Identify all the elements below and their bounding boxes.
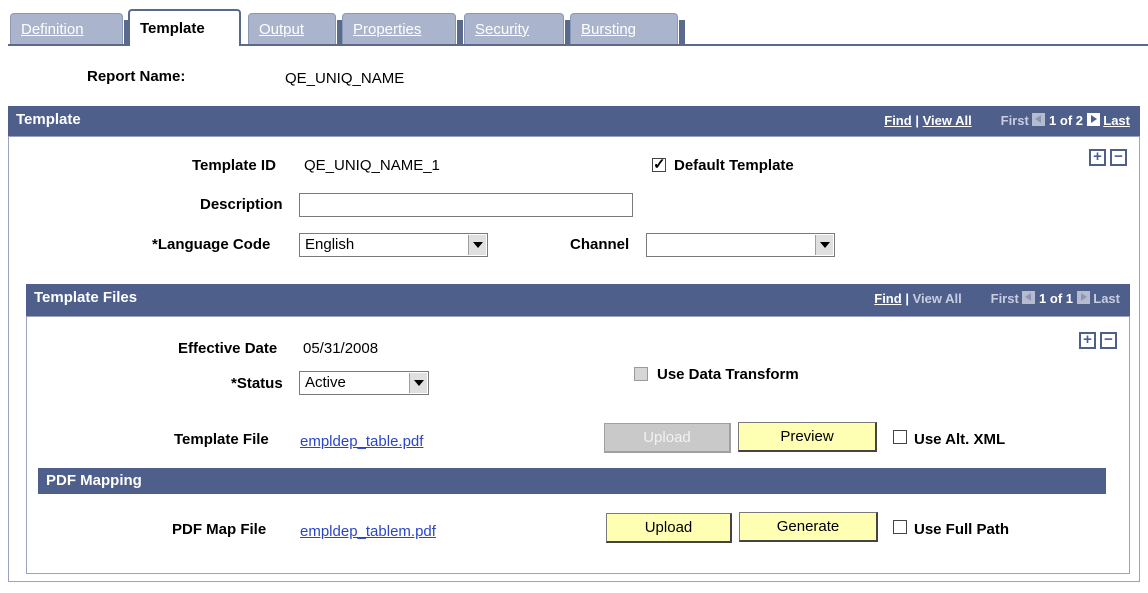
template-find-link[interactable]: Find — [884, 113, 911, 128]
template-files-nav: Find | View All First 1 of 1 Last — [874, 291, 1120, 306]
remove-row-minus-icon[interactable]: − — [1110, 149, 1127, 166]
use-full-path-checkbox[interactable] — [893, 520, 907, 534]
tab-security[interactable]: Security — [464, 13, 571, 45]
dropdown-arrow-icon — [409, 373, 427, 393]
language-code-value: English — [305, 236, 355, 253]
pdf-mapping-header: PDF Mapping — [38, 468, 1106, 494]
dropdown-arrow-icon — [815, 235, 833, 255]
pdf-mapping-title: PDF Mapping — [46, 472, 142, 489]
template-section-title: Template — [16, 111, 81, 128]
nav-separator: | — [915, 113, 919, 128]
channel-select[interactable] — [646, 233, 835, 257]
pdf-map-file-label: PDF Map File — [172, 521, 267, 538]
default-template-label: Default Template — [674, 157, 794, 174]
files-row-count: 1 of 1 — [1039, 291, 1074, 306]
template-view-all-link[interactable]: View All — [923, 113, 972, 128]
template-nav: Find | View All First 1 of 2 Last — [884, 113, 1130, 128]
description-label: Description — [200, 196, 283, 213]
description-input[interactable] — [299, 193, 633, 217]
files-first-label: First — [990, 291, 1019, 306]
upload-template-button[interactable]: Upload — [604, 423, 731, 453]
template-section-header: Template Find | View All First 1 of 2 La… — [8, 106, 1140, 136]
use-data-transform-label: Use Data Transform — [657, 366, 799, 383]
template-row-count: 1 of 2 — [1049, 113, 1084, 128]
use-alt-xml-checkbox[interactable] — [893, 430, 907, 444]
nav-separator: | — [905, 291, 909, 306]
remove-row-minus-icon[interactable]: − — [1100, 332, 1117, 349]
template-file-label: Template File — [174, 431, 269, 448]
template-id-value: QE_UNIQ_NAME_1 — [304, 157, 440, 174]
effective-date-label: Effective Date — [178, 340, 278, 357]
effective-date-value: 05/31/2008 — [303, 340, 379, 357]
status-label: *Status — [231, 375, 283, 392]
use-data-transform-checkbox — [634, 367, 648, 381]
report-name-label: Report Name: — [87, 68, 186, 85]
preview-button[interactable]: Preview — [738, 422, 877, 452]
generate-button[interactable]: Generate — [739, 512, 878, 542]
template-files-title: Template Files — [34, 289, 138, 306]
dropdown-arrow-icon — [468, 235, 486, 255]
tab-bursting[interactable]: Bursting — [570, 13, 685, 45]
language-code-select[interactable]: English — [299, 233, 488, 257]
next-arrow-icon[interactable] — [1086, 113, 1100, 126]
tab-properties[interactable]: Properties — [342, 13, 463, 45]
files-last-label: Last — [1093, 291, 1120, 306]
channel-label: Channel — [570, 236, 630, 253]
tab-template[interactable]: Template — [128, 9, 241, 46]
add-row-plus-icon[interactable]: + — [1079, 332, 1096, 349]
upload-map-button[interactable]: Upload — [606, 513, 732, 543]
template-file-link[interactable]: empldep_table.pdf — [300, 433, 423, 450]
status-select[interactable]: Active — [299, 371, 429, 395]
template-files-header: Template Files Find | View All First 1 o… — [26, 284, 1130, 316]
report-name-value: QE_UNIQ_NAME — [285, 70, 405, 87]
previous-arrow-icon — [1022, 291, 1036, 304]
use-alt-xml-label: Use Alt. XML — [914, 431, 1006, 448]
template-first-label: First — [1000, 113, 1029, 128]
add-row-plus-icon[interactable]: + — [1089, 149, 1106, 166]
template-id-label: Template ID — [192, 157, 276, 174]
status-value: Active — [305, 374, 346, 391]
template-last-link[interactable]: Last — [1103, 113, 1130, 128]
files-find-link[interactable]: Find — [874, 291, 901, 306]
pdf-map-file-link[interactable]: empldep_tablem.pdf — [300, 523, 436, 540]
language-code-label: *Language Code — [152, 236, 271, 253]
use-full-path-label: Use Full Path — [914, 521, 1010, 538]
tab-definition[interactable]: Definition — [10, 13, 130, 45]
tab-output[interactable]: Output — [248, 13, 343, 45]
next-arrow-icon — [1076, 291, 1090, 304]
files-view-all-label: View All — [912, 291, 962, 306]
default-template-checkbox[interactable] — [652, 155, 666, 173]
previous-arrow-icon — [1032, 113, 1046, 126]
